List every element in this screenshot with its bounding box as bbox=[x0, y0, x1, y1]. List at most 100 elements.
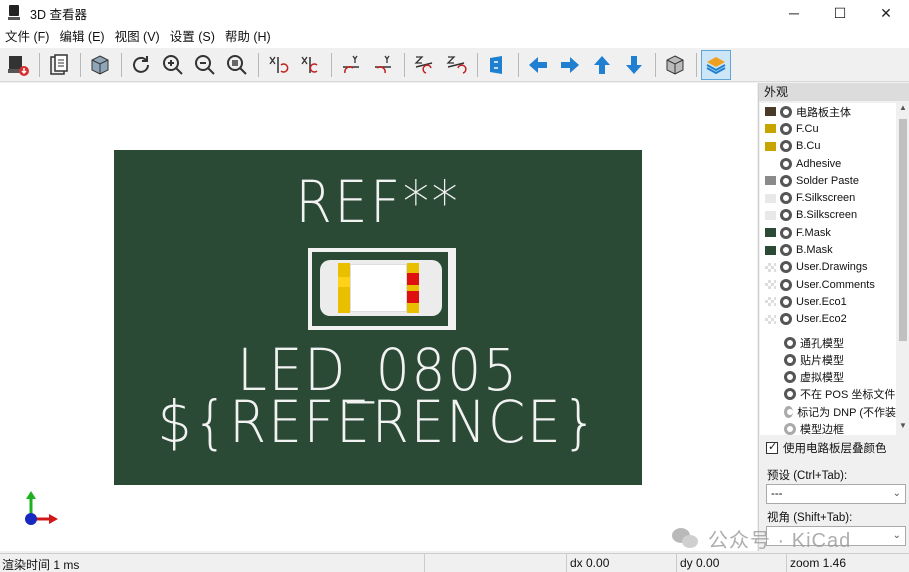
layers-icon bbox=[706, 56, 726, 74]
rotate-y-cw-button[interactable] bbox=[336, 50, 366, 80]
layer-color-swatch[interactable] bbox=[765, 262, 776, 272]
layer-color-swatch[interactable] bbox=[765, 245, 776, 255]
layer-color-swatch[interactable] bbox=[765, 297, 776, 307]
eye-icon[interactable] bbox=[780, 226, 792, 239]
pan-down-button[interactable] bbox=[619, 50, 649, 80]
eye-icon[interactable] bbox=[784, 336, 796, 349]
eye-icon[interactable] bbox=[780, 209, 792, 222]
arrow-left-icon bbox=[529, 56, 547, 73]
eye-icon[interactable] bbox=[784, 388, 796, 401]
model-row[interactable]: 标记为 DNP (不作装 bbox=[760, 403, 896, 420]
eye-hidden-icon[interactable] bbox=[784, 405, 794, 418]
model-row[interactable]: 通孔模型 bbox=[760, 334, 896, 351]
layer-color-swatch[interactable] bbox=[765, 193, 776, 203]
layer-row[interactable]: B.Cu bbox=[760, 138, 896, 155]
rotate-x-ccw-button[interactable] bbox=[295, 50, 325, 80]
model-row[interactable]: 虚拟模型 bbox=[760, 368, 896, 385]
scroll-up-icon[interactable]: ▲ bbox=[897, 103, 909, 117]
chevron-down-icon: ⌄ bbox=[892, 530, 901, 541]
model-row[interactable]: 不在 POS 坐标文件 bbox=[760, 386, 896, 403]
menu-edit[interactable]: 编辑 (E) bbox=[54, 26, 109, 48]
model-name: 通孔模型 bbox=[800, 337, 844, 350]
layer-row[interactable]: F.Cu bbox=[760, 120, 896, 137]
layer-color-swatch[interactable] bbox=[765, 228, 776, 238]
watermark-text: 公众号 · KiCad bbox=[708, 530, 852, 552]
orthographic-cube-icon bbox=[666, 54, 684, 75]
layer-color-swatch[interactable] bbox=[765, 141, 776, 151]
pan-up-button[interactable] bbox=[587, 50, 617, 80]
3d-canvas[interactable]: REF** LED_0805 ${REFERENCE} bbox=[0, 83, 757, 551]
model-row[interactable]: 贴片模型 bbox=[760, 351, 896, 368]
scroll-down-icon[interactable]: ▼ bbox=[897, 421, 909, 435]
zoom-in-icon bbox=[163, 54, 183, 75]
eye-hidden-icon[interactable] bbox=[784, 422, 796, 435]
model-name: 模型边框 bbox=[800, 423, 844, 435]
eye-icon[interactable] bbox=[780, 244, 792, 257]
minimize-button[interactable]: ─ bbox=[771, 0, 817, 26]
orthographic-button[interactable] bbox=[660, 50, 690, 80]
menu-settings[interactable]: 设置 (S) bbox=[165, 26, 220, 48]
menu-file[interactable]: 文件 (F) bbox=[0, 26, 54, 48]
layer-color-swatch[interactable] bbox=[765, 314, 776, 324]
preset-dropdown[interactable]: --- ⌄ bbox=[766, 484, 906, 504]
eye-icon[interactable] bbox=[780, 140, 792, 153]
layer-name: User.Drawings bbox=[796, 261, 868, 274]
eye-icon[interactable] bbox=[780, 157, 792, 170]
show-3d-body-button[interactable] bbox=[85, 50, 115, 80]
rotate-x-cw-button[interactable] bbox=[263, 50, 293, 80]
app-icon bbox=[8, 5, 20, 21]
eye-icon[interactable] bbox=[780, 295, 792, 308]
layer-color-swatch[interactable] bbox=[765, 107, 776, 117]
eye-icon[interactable] bbox=[780, 105, 792, 118]
menu-help[interactable]: 帮助 (H) bbox=[220, 26, 276, 48]
model-row[interactable]: 模型边框 bbox=[760, 420, 896, 435]
eye-icon[interactable] bbox=[784, 353, 796, 366]
layer-list: 电路板主体 F.Cu B.Cu Adhesive Solder Paste F.Silks… bbox=[760, 103, 896, 435]
layer-row[interactable]: F.Silkscreen bbox=[760, 189, 896, 206]
reload-button[interactable] bbox=[126, 50, 156, 80]
zoom-out-button[interactable] bbox=[190, 50, 220, 80]
layer-row[interactable]: B.Silkscreen bbox=[760, 207, 896, 224]
layer-row[interactable]: User.Eco1 bbox=[760, 293, 896, 310]
zoom-in-button[interactable] bbox=[158, 50, 188, 80]
layer-list-scrollbar[interactable]: ▲ ▼ bbox=[897, 103, 909, 435]
use-board-colors-row[interactable]: 使用电路板层叠颜色 bbox=[766, 440, 887, 456]
layer-color-swatch[interactable] bbox=[765, 280, 776, 290]
layer-row[interactable]: F.Mask bbox=[760, 224, 896, 241]
zoom-fit-button[interactable] bbox=[222, 50, 252, 80]
pan-left-button[interactable] bbox=[523, 50, 553, 80]
maximize-button[interactable]: ☐ bbox=[817, 0, 863, 26]
rotate-z-ccw-button[interactable] bbox=[441, 50, 471, 80]
layer-row[interactable]: User.Eco2 bbox=[760, 311, 896, 328]
eye-icon[interactable] bbox=[780, 174, 792, 187]
layer-row[interactable]: Adhesive bbox=[760, 155, 896, 172]
menu-view[interactable]: 视图 (V) bbox=[110, 26, 165, 48]
layer-color-swatch[interactable] bbox=[765, 124, 776, 134]
rotate-y-ccw-button[interactable] bbox=[368, 50, 398, 80]
flip-board-button[interactable] bbox=[482, 50, 512, 80]
eye-icon[interactable] bbox=[780, 313, 792, 326]
layer-row[interactable]: Solder Paste bbox=[760, 172, 896, 189]
layer-name: F.Silkscreen bbox=[796, 192, 856, 205]
eye-icon[interactable] bbox=[780, 261, 792, 274]
layer-row[interactable]: User.Comments bbox=[760, 276, 896, 293]
layer-color-swatch[interactable] bbox=[765, 159, 776, 168]
layer-row[interactable]: B.Mask bbox=[760, 241, 896, 258]
eye-icon[interactable] bbox=[780, 192, 792, 205]
rotate-z-cw-button[interactable] bbox=[409, 50, 439, 80]
layer-color-swatch[interactable] bbox=[765, 210, 776, 220]
eye-icon[interactable] bbox=[780, 122, 792, 135]
copy-to-clipboard-button[interactable] bbox=[44, 50, 74, 80]
layer-row[interactable]: User.Drawings bbox=[760, 259, 896, 276]
eye-icon[interactable] bbox=[780, 278, 792, 291]
layer-row[interactable]: 电路板主体 bbox=[760, 103, 896, 120]
close-button[interactable]: ✕ bbox=[863, 0, 909, 26]
layer-color-swatch[interactable] bbox=[765, 176, 776, 186]
layers-manager-button[interactable] bbox=[701, 49, 731, 80]
eye-icon[interactable] bbox=[784, 371, 796, 384]
model-name: 标记为 DNP (不作装 bbox=[797, 406, 896, 419]
use-board-colors-checkbox[interactable] bbox=[766, 440, 778, 454]
export-image-button[interactable] bbox=[3, 50, 33, 80]
scroll-thumb[interactable] bbox=[899, 119, 907, 341]
pan-right-button[interactable] bbox=[555, 50, 585, 80]
